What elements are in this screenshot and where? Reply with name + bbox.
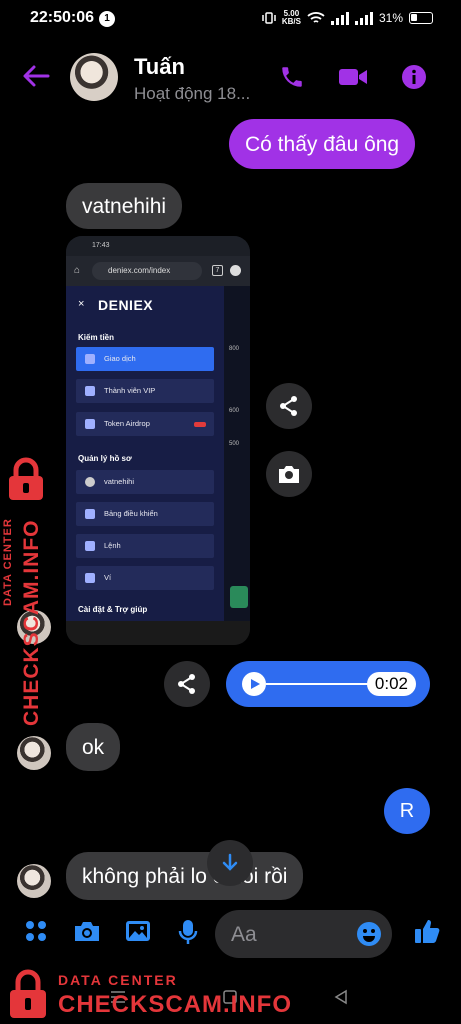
camera-button[interactable] xyxy=(266,451,312,497)
battery-icon xyxy=(409,12,433,24)
play-button[interactable] xyxy=(242,672,266,696)
lock-icon xyxy=(10,969,46,1018)
image-menu-item: Bảng điều khiển xyxy=(76,502,214,526)
signal-icon xyxy=(330,11,349,25)
incoming-message[interactable]: ok xyxy=(66,723,121,771)
image-nav-bar xyxy=(66,621,250,645)
incoming-message[interactable]: vatnehihi xyxy=(66,183,183,229)
profile-icon xyxy=(230,265,241,276)
contact-presence: Hoạt động 18... xyxy=(134,84,251,103)
close-icon: × xyxy=(78,298,85,310)
net-speed: 5.00 KB/S xyxy=(281,9,301,26)
voice-duration: 0:02 xyxy=(366,672,416,696)
incoming-message[interactable]: không phải lo ết tôi rồi xyxy=(66,852,304,900)
user-icon xyxy=(85,477,95,487)
seen-avatar: R xyxy=(384,788,430,834)
home-icon: ⌂ xyxy=(74,265,81,276)
vibrate-icon xyxy=(262,12,276,24)
camera-icon[interactable] xyxy=(73,919,101,943)
link-icon xyxy=(85,541,95,551)
voice-share-button[interactable] xyxy=(164,661,210,707)
share-icon xyxy=(85,386,95,396)
contact-name[interactable]: Tuấn xyxy=(134,54,185,80)
image-url-bar: ⌂ deniex.com/index 7 xyxy=(66,256,250,286)
share-icon xyxy=(280,396,297,416)
back-icon[interactable] xyxy=(333,989,349,1005)
down-arrow-icon xyxy=(222,853,238,871)
battery-percent: 31% xyxy=(378,11,403,25)
wallet-icon xyxy=(85,573,95,583)
apps-icon[interactable] xyxy=(24,919,48,943)
share-button[interactable] xyxy=(266,383,312,429)
notification-count-badge: 1 xyxy=(99,11,115,27)
trade-icon xyxy=(85,354,95,364)
image-section-title: Cài đặt & Trợ giúp xyxy=(78,605,148,614)
watermark-side: DATA CENTER CHECKSCAM.INFO xyxy=(2,456,52,726)
info-icon[interactable] xyxy=(401,64,427,90)
back-arrow-icon[interactable] xyxy=(22,64,50,88)
image-menu-item: vatnehihi xyxy=(76,470,214,494)
watermark-bottom: DATA CENTER CHECKSCAM.INFO xyxy=(8,966,298,1022)
play-icon xyxy=(251,679,260,689)
scroll-to-bottom-button[interactable] xyxy=(207,840,253,886)
mic-icon[interactable] xyxy=(178,919,198,945)
image-side-menu: × DENIEX Kiếm tiền Giao dịch Thành viên … xyxy=(66,286,224,621)
shared-image[interactable]: 17:43 ⌂ deniex.com/index 7 × DENIEX Kiếm… xyxy=(66,236,250,645)
like-icon[interactable] xyxy=(413,917,441,945)
video-icon[interactable] xyxy=(338,64,368,90)
composer-bar: Aa xyxy=(0,905,461,965)
green-button xyxy=(230,586,248,608)
image-section-title: Kiếm tiền xyxy=(78,333,115,342)
image-section-title: Quản lý hồ sơ xyxy=(78,454,132,463)
image-menu-item: Lệnh xyxy=(76,534,214,558)
tab-count-badge: 7 xyxy=(212,265,223,276)
image-url-field: deniex.com/index xyxy=(92,262,202,280)
image-menu-item: Thành viên VIP xyxy=(76,379,214,403)
image-menu-item: Giao dịch xyxy=(76,347,214,371)
image-side-panel: 800 600 500 xyxy=(224,286,250,621)
phone-icon[interactable] xyxy=(279,64,305,90)
status-icons: 5.00 KB/S 31% xyxy=(262,10,433,26)
image-menu-item: Token Airdrop xyxy=(76,412,214,436)
voice-message[interactable]: 0:02 xyxy=(226,661,430,707)
outgoing-message[interactable]: Có thấy đâu ông xyxy=(229,119,416,169)
message-input[interactable]: Aa xyxy=(215,910,392,958)
lock-icon xyxy=(9,457,43,500)
sender-avatar[interactable] xyxy=(17,736,51,770)
image-menu-item: Ví xyxy=(76,566,214,590)
shield-icon xyxy=(85,419,95,429)
share-icon xyxy=(178,674,195,694)
status-time: 22:50:06 xyxy=(30,9,95,26)
status-bar: 22:50:06 1 5.00 KB/S 31% xyxy=(0,0,461,40)
camera-icon xyxy=(279,466,299,483)
image-logo: DENIEX xyxy=(98,297,154,313)
signal-icon-2 xyxy=(354,11,373,25)
contact-avatar[interactable] xyxy=(70,53,118,101)
emoji-icon[interactable] xyxy=(356,921,382,947)
image-icon[interactable] xyxy=(125,919,151,943)
wifi-icon xyxy=(307,12,325,23)
chat-header: Tuấn Hoạt động 18... xyxy=(0,44,461,114)
dashboard-icon xyxy=(85,509,95,519)
image-status-bar: 17:43 xyxy=(66,236,250,256)
sender-avatar[interactable] xyxy=(17,864,51,898)
